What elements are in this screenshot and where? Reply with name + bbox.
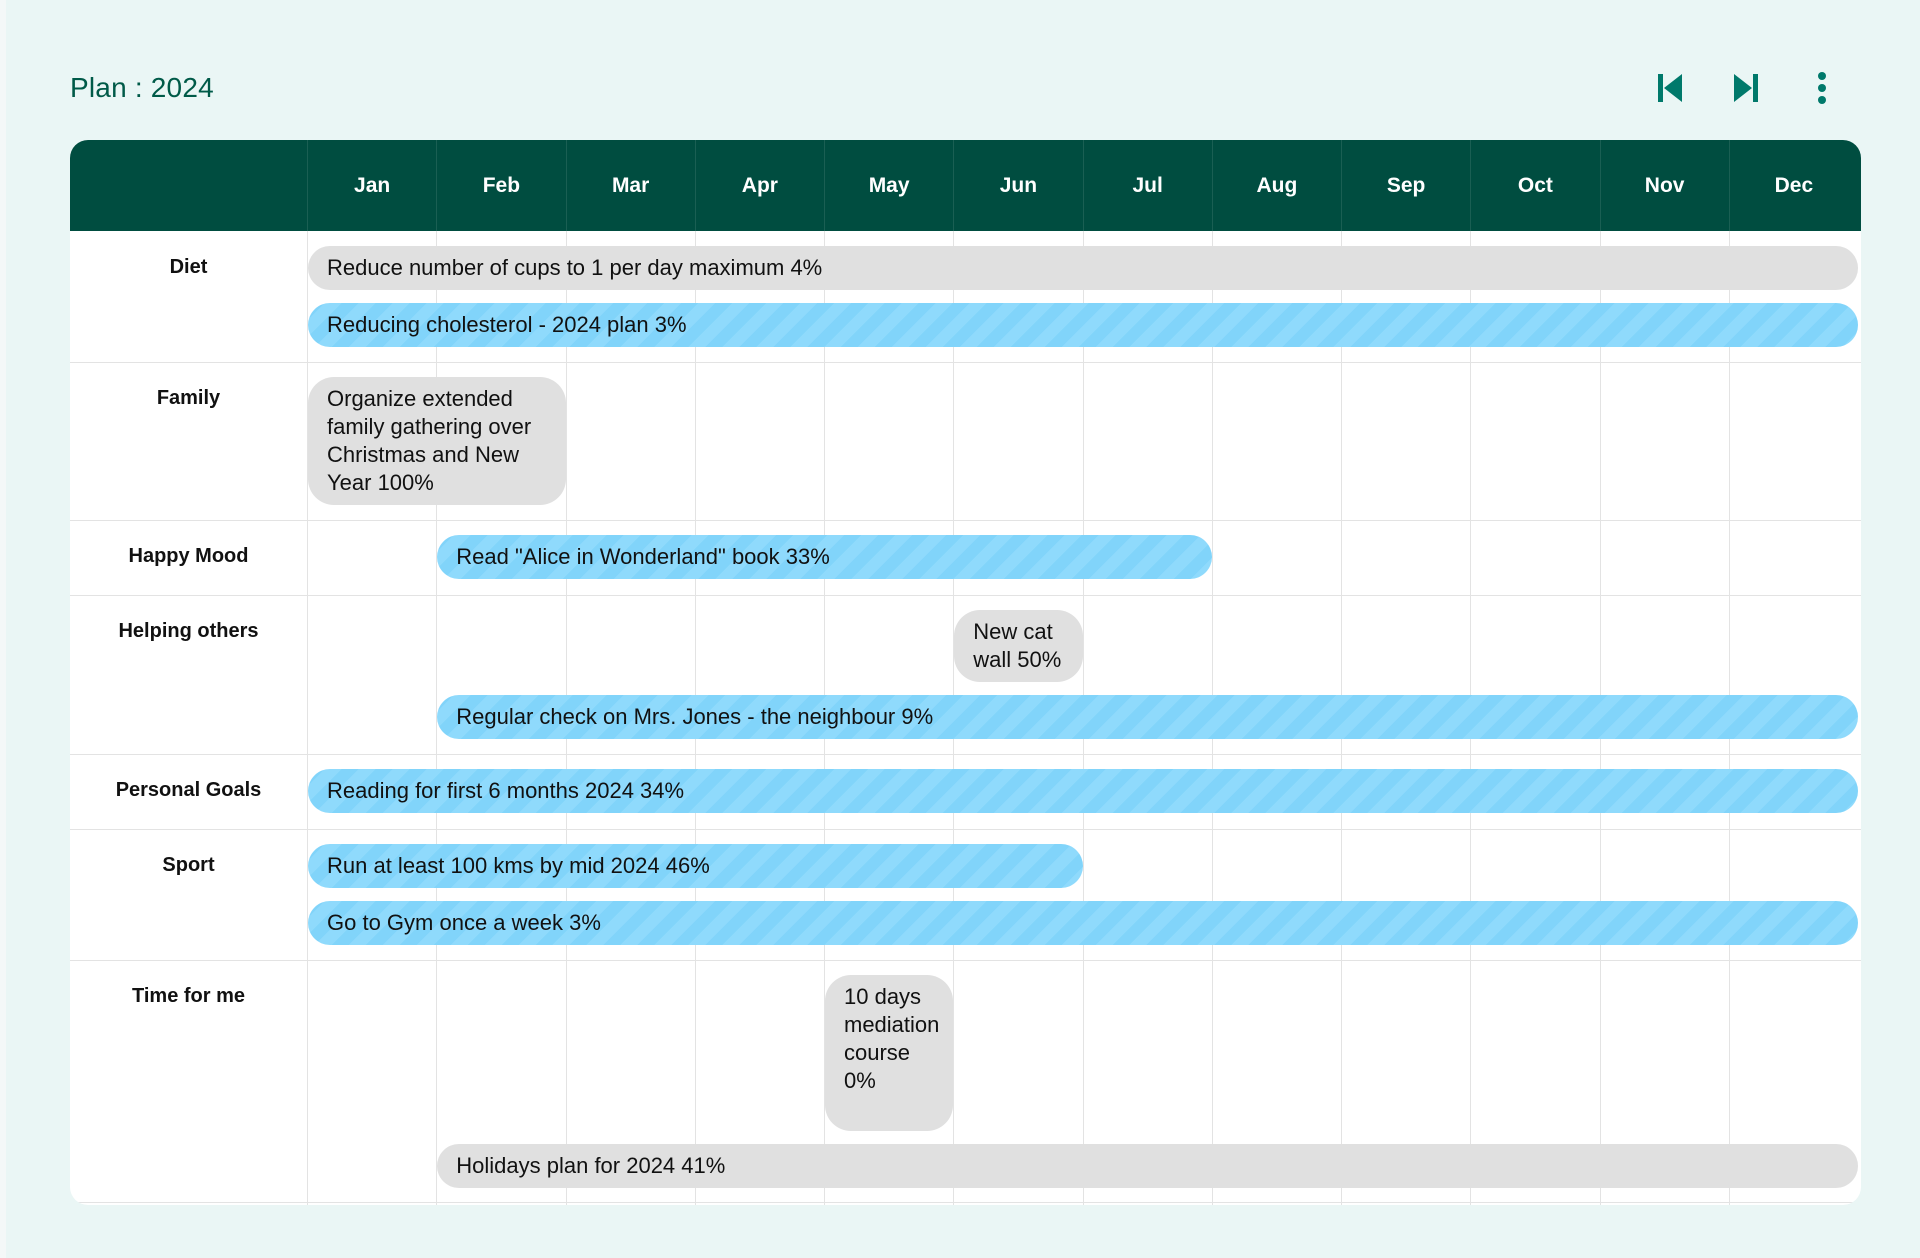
row-divider [70, 595, 1861, 596]
row-divider [70, 829, 1861, 830]
task-bar[interactable]: Run at least 100 kms by mid 2024 46% [308, 844, 1083, 888]
category-label: Personal Goals [115, 779, 262, 801]
left-edge [0, 0, 6, 1258]
month-header-oct: Oct [1470, 140, 1599, 231]
category-label: Diet [169, 256, 208, 278]
task-bar[interactable]: Holidays plan for 2024 41% [437, 1144, 1858, 1188]
more-options-button[interactable] [1802, 70, 1842, 110]
month-header-apr: Apr [694, 140, 824, 231]
month-header-mar: Mar [565, 140, 695, 231]
month-header-jul: Jul [1082, 140, 1212, 231]
task-bar[interactable]: Regular check on Mrs. Jones - the neighb… [437, 695, 1858, 739]
month-header-may: May [824, 140, 953, 231]
month-header: Jan Feb Mar Apr May Jun Jul Aug Sep Oct Nov Dec [70, 140, 1861, 231]
row-divider [70, 520, 1861, 521]
toolbar [0, 70, 1920, 110]
skip-previous-icon [1656, 73, 1684, 108]
row-divider [70, 754, 1861, 755]
task-bar[interactable]: Organize extended family gathering over … [308, 377, 566, 505]
row-divider [70, 362, 1861, 363]
month-header-sep: Sep [1341, 140, 1470, 231]
row-divider [70, 1202, 1861, 1203]
task-bar[interactable]: Reducing cholesterol - 2024 plan 3% [308, 303, 1858, 347]
month-header-nov: Nov [1599, 140, 1729, 231]
task-bar[interactable]: Read "Alice in Wonderland" book 33% [437, 535, 1212, 579]
category-label: Family [156, 387, 221, 409]
category-label: Time for me [132, 985, 245, 1007]
month-header-dec: Dec [1728, 140, 1858, 231]
skip-next-icon [1732, 73, 1760, 108]
category-label: Helping others [118, 620, 259, 642]
grid-line [307, 231, 308, 1205]
plan-board: Jan Feb Mar Apr May Jun Jul Aug Sep Oct Nov Dec Die… [70, 140, 1861, 1205]
task-bar[interactable]: Go to Gym once a week 3% [308, 901, 1858, 945]
category-label: Happy Mood [128, 545, 249, 567]
task-bar[interactable]: Reduce number of cups to 1 per day maxim… [308, 246, 1858, 290]
month-header-jan: Jan [307, 140, 436, 231]
row-divider [70, 960, 1861, 961]
skip-next-button[interactable] [1726, 70, 1766, 110]
more-vertical-icon [1817, 71, 1827, 110]
page: Plan : 2024 Jan Feb Mar Apr May Jun Jul … [0, 0, 1920, 1258]
month-header-jun: Jun [953, 140, 1082, 231]
month-header-aug: Aug [1211, 140, 1341, 231]
task-bar[interactable]: New cat wall 50% [954, 610, 1083, 682]
month-header-feb: Feb [436, 140, 565, 231]
category-label: Sport [162, 854, 215, 876]
skip-previous-button[interactable] [1650, 70, 1690, 110]
task-bar[interactable]: Reading for first 6 months 2024 34% [308, 769, 1858, 813]
task-bar[interactable]: 10 days mediation course 0% [825, 975, 954, 1131]
